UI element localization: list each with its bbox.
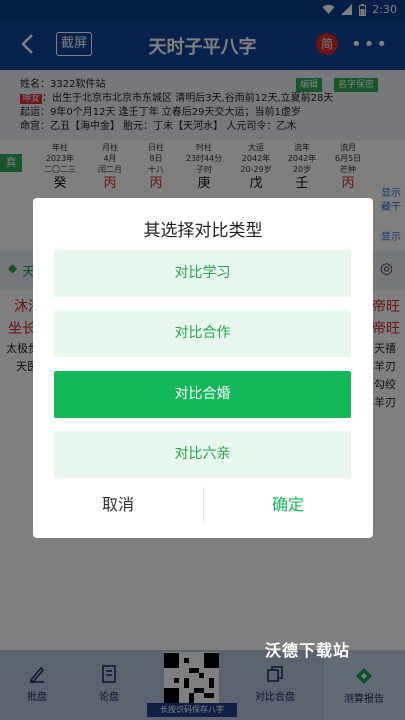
compare-type-dialog: 其选择对比类型 对比学习 对比合作 对比合婚 对比六亲 取消 确定	[33, 198, 373, 538]
watermark-text: 沃德下载站	[265, 641, 351, 660]
confirm-button[interactable]: 确定	[203, 491, 373, 515]
option-compare-marriage[interactable]: 对比合婚	[54, 371, 351, 418]
option-compare-cooperation[interactable]: 对比合作	[54, 310, 351, 357]
cancel-button[interactable]: 取消	[33, 491, 203, 515]
option-compare-study[interactable]: 对比学习	[54, 250, 351, 297]
option-compare-relatives[interactable]: 对比六亲	[54, 431, 351, 478]
dialog-title: 其选择对比类型	[143, 221, 263, 241]
